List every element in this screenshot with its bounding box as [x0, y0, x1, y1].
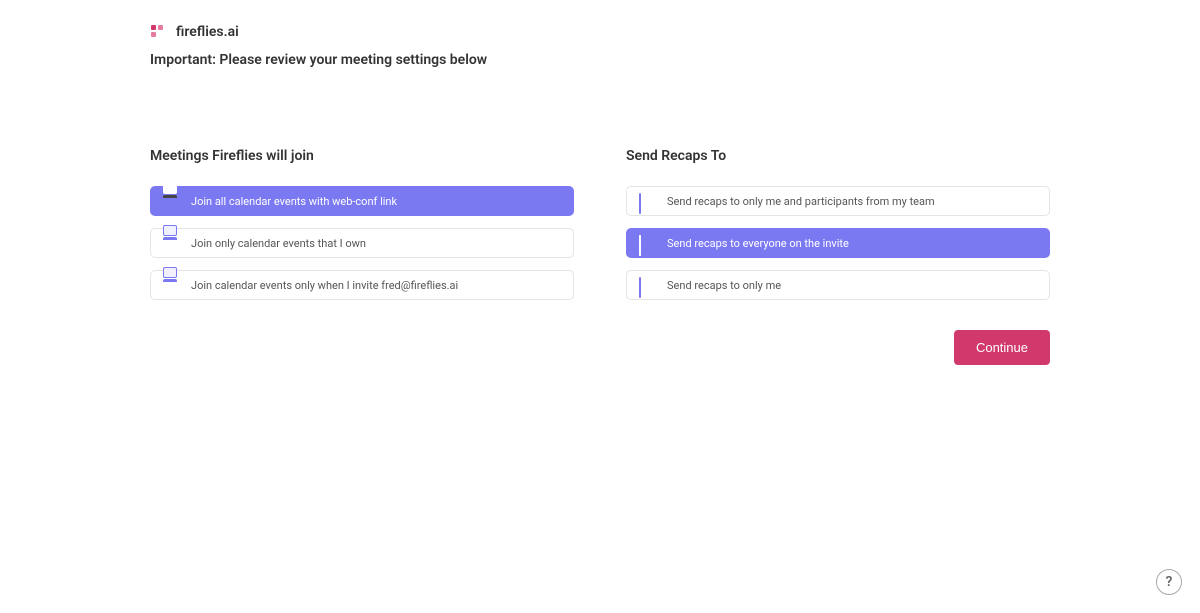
meeting-option-invite[interactable]: Join calendar events only when I invite …: [150, 270, 574, 300]
calendar-icon: [163, 194, 177, 208]
recap-option-team[interactable]: Send recaps to only me and participants …: [626, 186, 1050, 216]
help-button[interactable]: ?: [1156, 569, 1182, 595]
document-icon: [639, 236, 653, 250]
meeting-option-own[interactable]: Join only calendar events that I own: [150, 228, 574, 258]
option-label: Join calendar events only when I invite …: [191, 279, 458, 292]
recaps-column: Send Recaps To Send recaps to only me an…: [626, 148, 1050, 300]
meeting-option-join-all[interactable]: Join all calendar events with web-conf l…: [150, 186, 574, 216]
option-label: Send recaps to everyone on the invite: [667, 237, 849, 250]
calendar-icon: [163, 236, 177, 250]
meetings-column: Meetings Fireflies will join Join all ca…: [150, 148, 574, 365]
calendar-icon: [163, 278, 177, 292]
brand-name: fireflies.ai: [176, 24, 239, 40]
important-message: Important: Please review your meeting se…: [150, 52, 1050, 68]
app-header: fireflies.ai: [150, 24, 1050, 40]
recaps-title: Send Recaps To: [626, 148, 1050, 164]
fireflies-logo-icon: [150, 24, 166, 40]
recap-option-only-me[interactable]: Send recaps to only me: [626, 270, 1050, 300]
option-label: Join only calendar events that I own: [191, 237, 366, 250]
document-icon: [639, 278, 653, 292]
option-label: Join all calendar events with web-conf l…: [191, 195, 397, 208]
continue-button[interactable]: Continue: [954, 330, 1050, 365]
document-icon: [639, 194, 653, 208]
meetings-title: Meetings Fireflies will join: [150, 148, 574, 164]
option-label: Send recaps to only me and participants …: [667, 195, 935, 208]
recap-option-everyone[interactable]: Send recaps to everyone on the invite: [626, 228, 1050, 258]
option-label: Send recaps to only me: [667, 279, 781, 292]
help-icon: ?: [1166, 574, 1173, 590]
